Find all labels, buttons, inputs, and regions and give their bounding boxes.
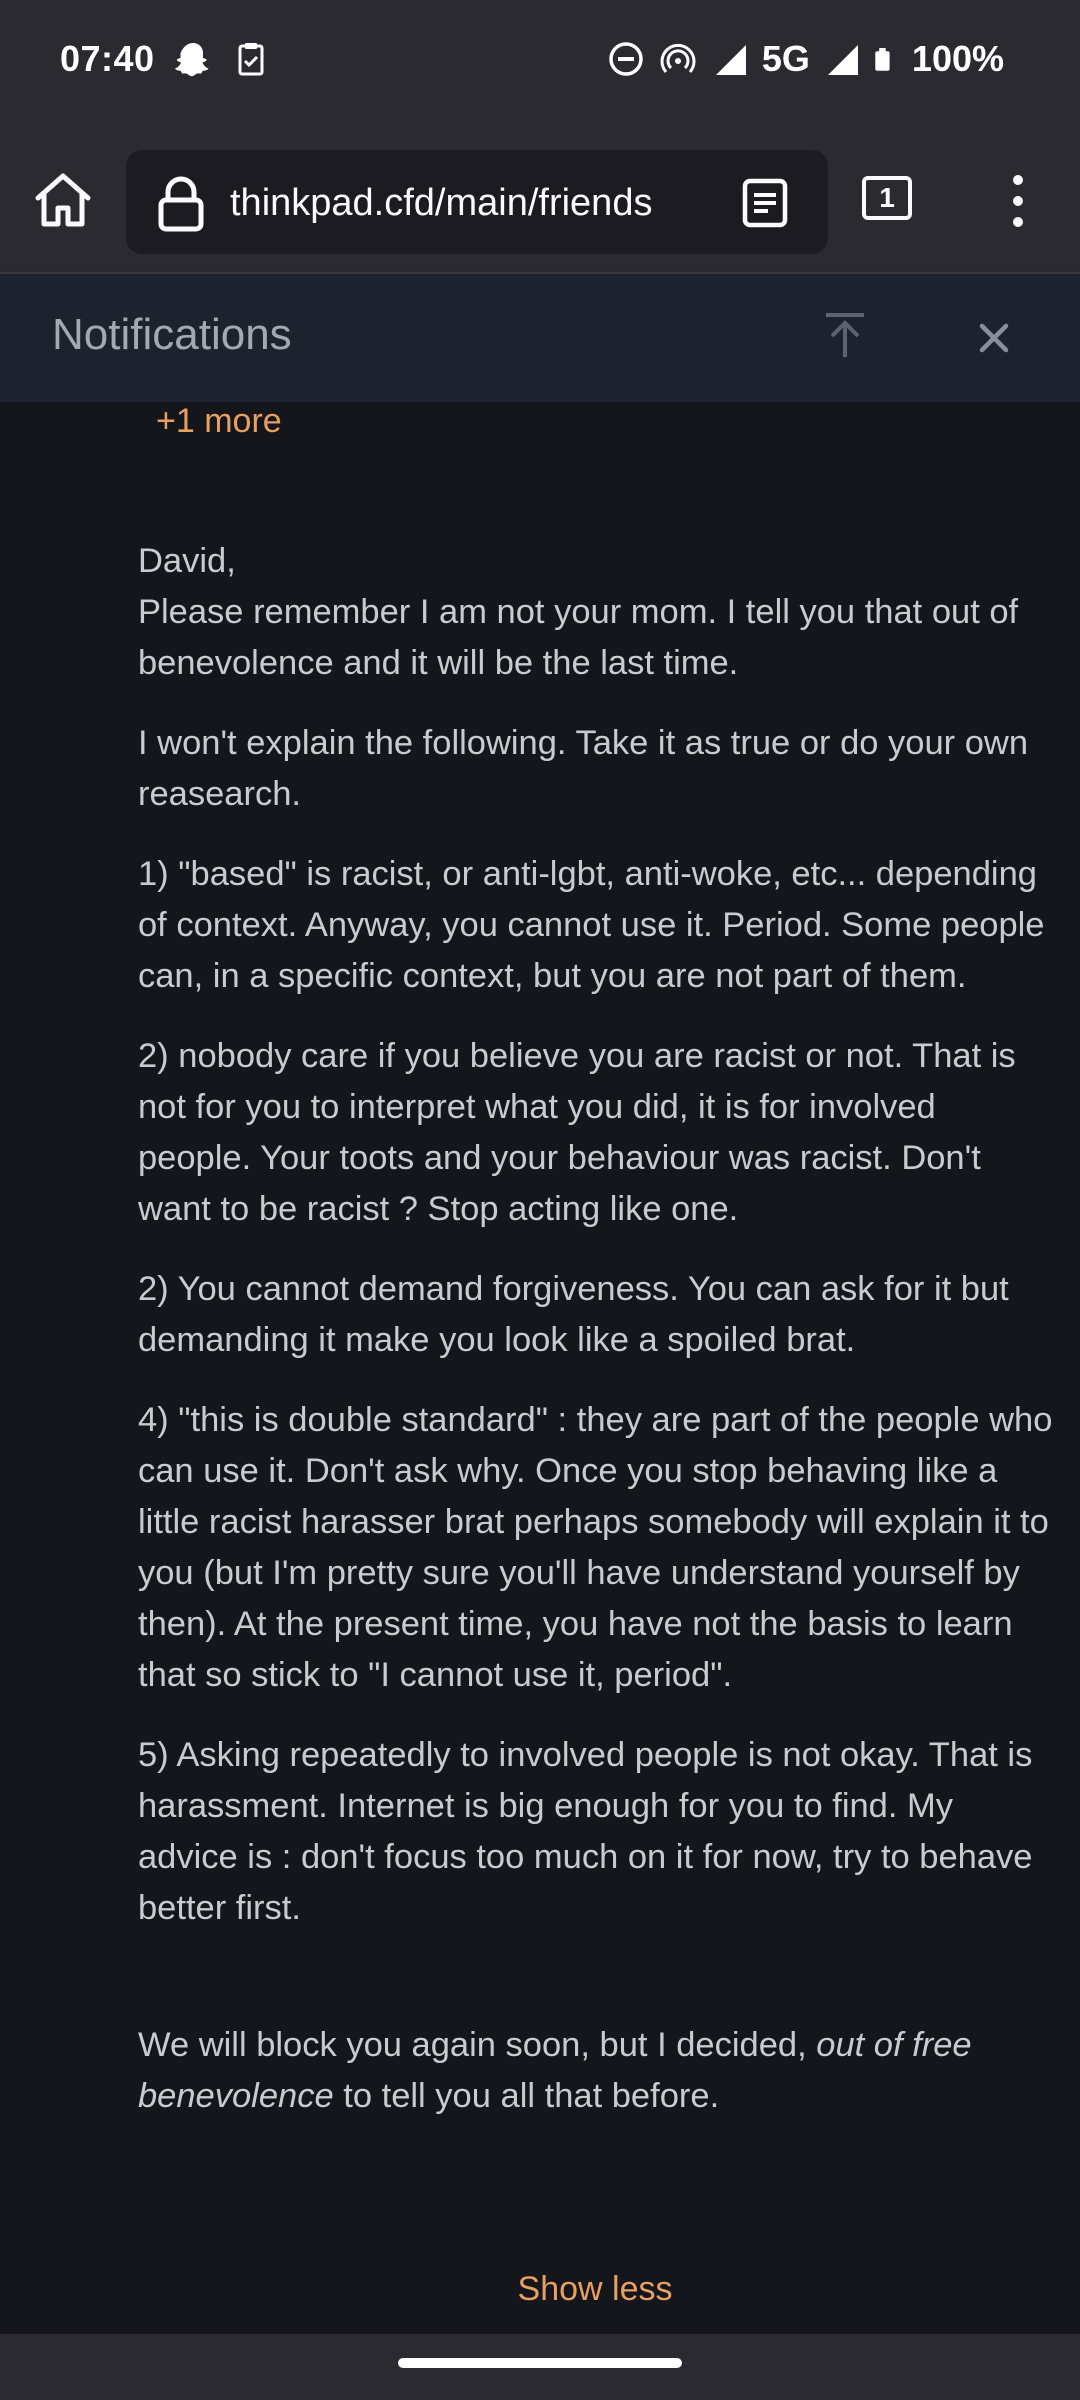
post-intro: Please remember I am not your mom. I tel…: [138, 593, 1019, 682]
home-indicator[interactable]: [398, 2358, 682, 2368]
kebab-menu-icon[interactable]: [1000, 170, 1036, 232]
reader-mode-icon[interactable]: [740, 178, 790, 228]
lock-icon[interactable]: [156, 176, 206, 232]
battery-level: 100%: [911, 38, 1004, 79]
post-paragraph: 2) You cannot demand forgiveness. You ca…: [138, 1270, 1009, 1359]
post-paragraph: 1) "based" is racist, or anti-lgbt, anti…: [138, 855, 1045, 995]
do-not-disturb-icon: [609, 42, 643, 76]
status-left: 07:40: [60, 38, 271, 80]
post-paragraph: 2) nobody care if you believe you are ra…: [138, 1037, 1016, 1228]
url-text[interactable]: thinkpad.cfd/main/friends: [230, 182, 652, 225]
status-right: 5G 100%: [606, 38, 1004, 80]
hotspot-icon: [660, 43, 696, 73]
status-time: 07:40: [60, 38, 155, 79]
battery-icon: [875, 47, 890, 71]
show-less-button[interactable]: Show less: [0, 2270, 1080, 2309]
status-bar: 07:40 5G 100%: [0, 0, 1080, 130]
tabs-button[interactable]: 1: [862, 176, 916, 224]
tabs-icon[interactable]: 1: [862, 176, 912, 220]
notification-content: +1 more David, Please remember I am not …: [0, 402, 1080, 2332]
post-greeting-block: David, Please remember I am not your mom…: [138, 536, 1058, 689]
post-paragraph: 4) "this is double standard" : they are …: [138, 1401, 1053, 1694]
url-bar[interactable]: thinkpad.cfd/main/friends: [126, 150, 828, 254]
post-closing-end: to tell you all that before.: [333, 2077, 720, 2115]
signal-icon: [715, 45, 746, 75]
snapchat-icon: [174, 43, 209, 77]
signal-icon: [827, 45, 858, 75]
post-greeting: David,: [138, 542, 236, 580]
more-link[interactable]: +1 more: [156, 402, 282, 441]
home-icon[interactable]: [30, 168, 96, 234]
browser-toolbar: thinkpad.cfd/main/friends 1: [0, 130, 1080, 274]
post-body: David, Please remember I am not your mom…: [138, 536, 1058, 2151]
network-type: 5G: [761, 38, 810, 79]
post-paragraph: I won't explain the following. Take it a…: [138, 724, 1029, 813]
post-closing-start: We will block you again soon, but I deci…: [138, 2026, 817, 2064]
clipboard-check-icon: [238, 43, 264, 76]
notifications-title: Notifications: [52, 310, 292, 359]
notifications-header: Notifications: [0, 274, 1080, 402]
close-icon[interactable]: [974, 318, 1014, 358]
scroll-to-top-icon[interactable]: [822, 310, 868, 360]
gesture-nav-bar: [0, 2334, 1080, 2400]
post-paragraph: 5) Asking repeatedly to involved people …: [138, 1736, 1033, 1927]
post-closing: We will block you again soon, but I deci…: [138, 2020, 1058, 2122]
